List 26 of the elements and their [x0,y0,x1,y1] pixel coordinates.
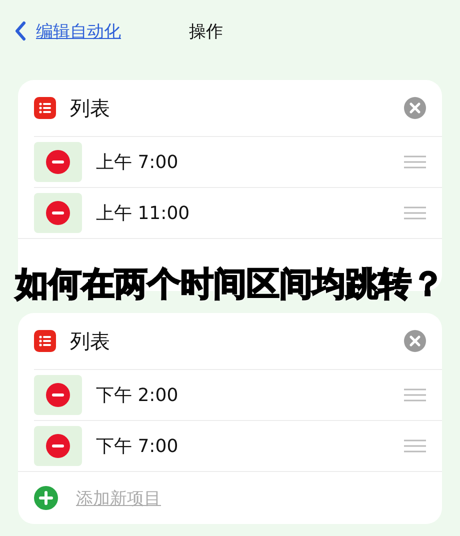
remove-button[interactable] [34,426,82,466]
list-icon [34,330,56,352]
page-title: 操作 [189,20,223,42]
list-item-text[interactable]: 上午 11:00 [96,201,404,225]
remove-button[interactable] [34,193,82,233]
minus-icon[interactable] [46,201,70,225]
drag-handle-icon[interactable] [404,439,426,453]
drag-handle-icon[interactable] [404,388,426,402]
drag-handle-icon[interactable] [404,206,426,220]
list-item-text[interactable]: 下午 2:00 [96,383,404,407]
list-item-text[interactable]: 下午 7:00 [96,434,404,458]
remove-button[interactable] [34,142,82,182]
close-icon[interactable] [404,330,426,352]
card-title: 列表 [70,328,111,354]
close-icon[interactable] [404,97,426,119]
remove-button[interactable] [34,375,82,415]
caption-overlay: 如何在两个时间区间均跳转？ [16,264,444,303]
list-icon [34,97,56,119]
add-icon[interactable] [34,486,58,510]
card-title: 列表 [70,94,111,122]
minus-icon[interactable] [46,150,70,174]
list-item-text[interactable]: 上午 7:00 [96,150,404,174]
minus-icon[interactable] [46,434,70,458]
drag-handle-icon[interactable] [404,155,426,169]
chevron-left-icon[interactable] [14,21,26,41]
minus-icon[interactable] [46,383,70,407]
